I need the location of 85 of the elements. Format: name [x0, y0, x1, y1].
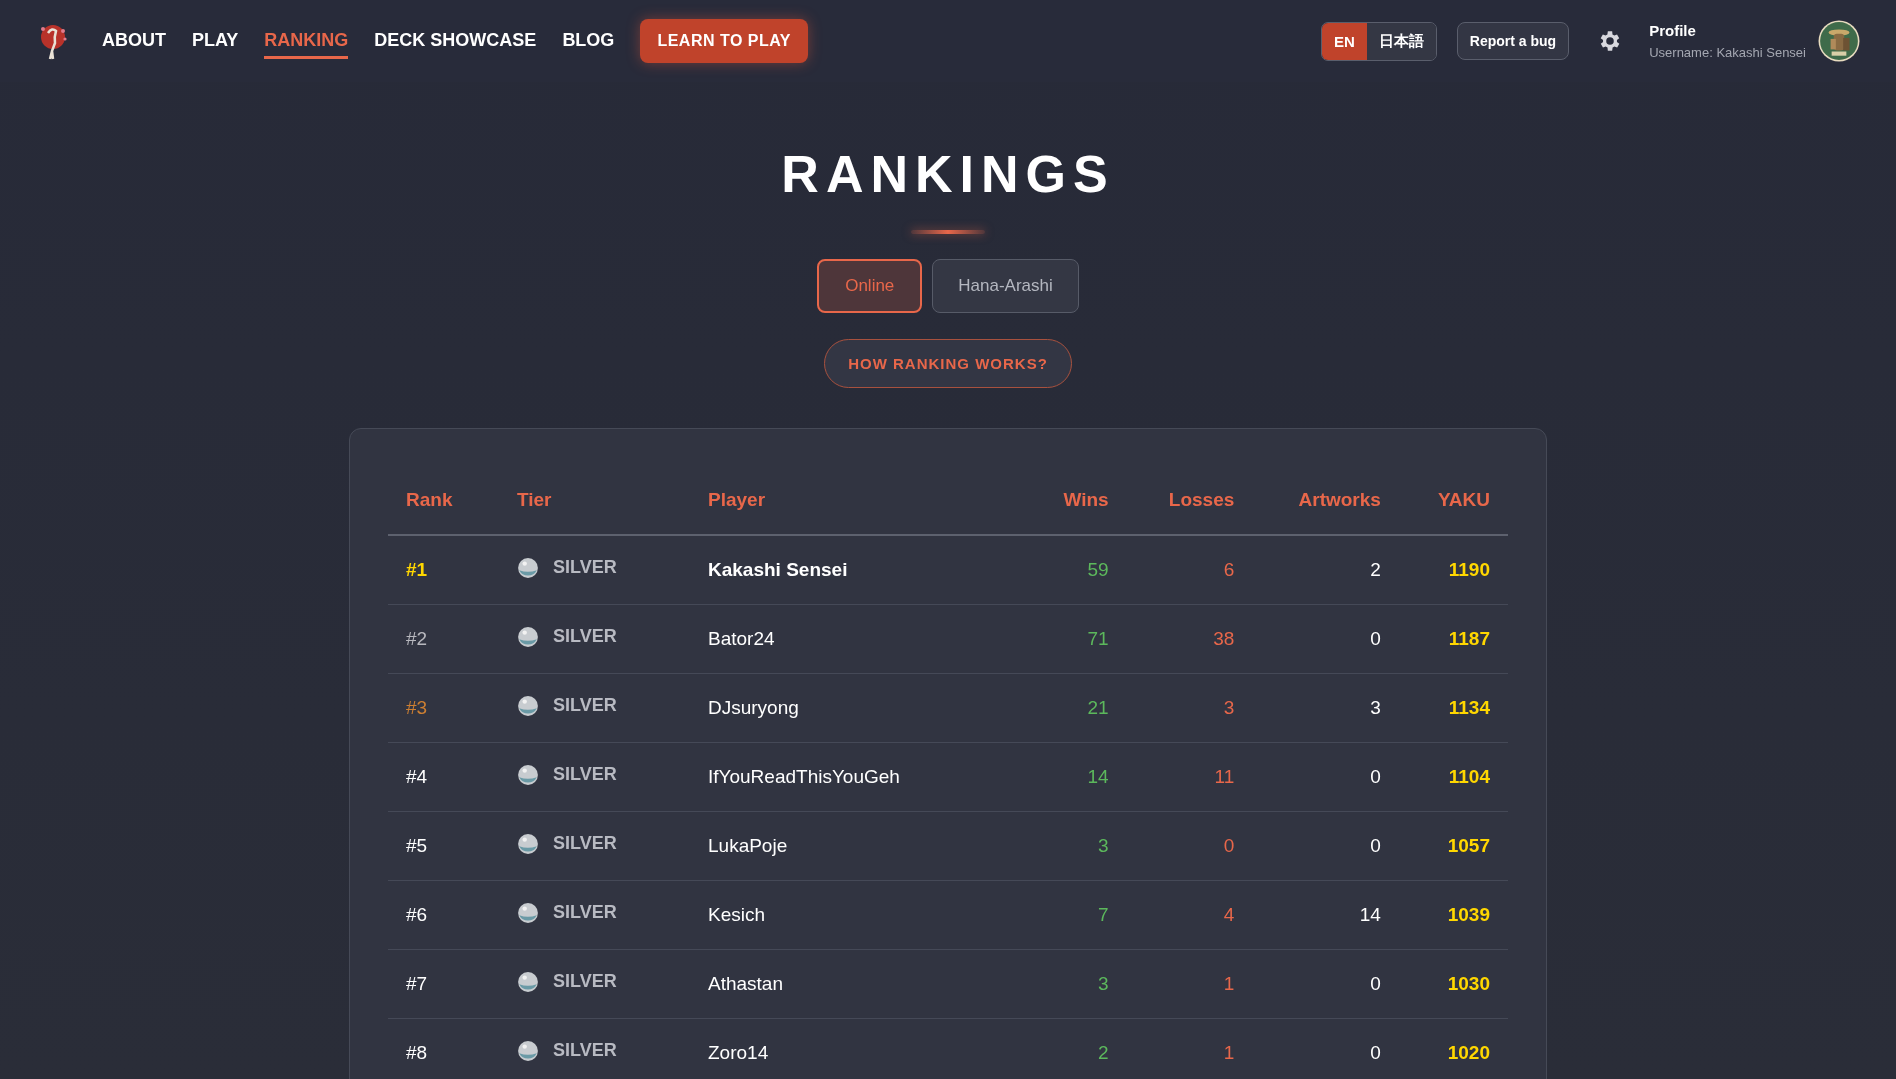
tier-label: SILVER [553, 971, 617, 992]
nav-link[interactable]: BLOG [562, 23, 615, 59]
learn-to-play-button[interactable]: LEARN TO PLAY [640, 19, 808, 63]
column-header: Rank [388, 465, 499, 535]
language-button[interactable]: 日本語 [1366, 22, 1436, 60]
language-button[interactable]: EN [1322, 22, 1367, 60]
artworks-value: 2 [1370, 559, 1381, 580]
column-header: YAKU [1398, 465, 1508, 535]
column-header: Player [690, 465, 1026, 535]
rank-text: #7 [406, 973, 428, 994]
rank-text: #8 [406, 1042, 428, 1063]
column-header: Wins [1026, 465, 1127, 535]
rank-text: #1 [406, 559, 428, 580]
rank-text: #2 [406, 628, 428, 649]
yaku-value: 1030 [1447, 973, 1490, 994]
losses-value: 3 [1223, 697, 1235, 718]
rank-text: #4 [406, 766, 428, 787]
wins-value: 59 [1087, 559, 1109, 580]
wins-value: 7 [1098, 904, 1109, 925]
yaku-value: 1039 [1447, 904, 1490, 925]
artworks-value: 0 [1370, 973, 1381, 994]
medal-icon [517, 556, 539, 579]
tier-label: SILVER [553, 1040, 617, 1061]
player-name: LukaPoje [708, 835, 788, 856]
rank-text: #6 [406, 904, 428, 925]
wins-value: 71 [1087, 628, 1109, 649]
wins-value: 21 [1087, 697, 1109, 718]
yaku-value: 1190 [1448, 559, 1490, 580]
tier-label: SILVER [553, 764, 617, 785]
artworks-value: 0 [1370, 1042, 1381, 1063]
profile-link[interactable]: Profile [1649, 22, 1806, 39]
artworks-value: 0 [1370, 835, 1381, 856]
losses-value: 0 [1223, 835, 1235, 856]
column-header: Tier [499, 465, 690, 535]
medal-icon [517, 625, 539, 648]
player-name: Kesich [708, 904, 766, 925]
losses-value: 6 [1223, 559, 1235, 580]
medal-icon [517, 694, 539, 717]
player-name: Kakashi Sensei [708, 559, 848, 580]
yaku-value: 1187 [1448, 628, 1490, 649]
player-name: DJsuryong [708, 697, 799, 718]
player-name: Bator24 [708, 628, 775, 649]
medal-icon [517, 832, 539, 855]
player-name: Zoro14 [708, 1042, 769, 1063]
yaku-value: 1020 [1447, 1042, 1490, 1063]
tier-label: SILVER [553, 695, 617, 716]
artworks-value: 3 [1370, 697, 1381, 718]
tier-label: SILVER [553, 902, 617, 923]
artworks-value: 14 [1359, 904, 1381, 925]
yaku-value: 1134 [1448, 697, 1490, 718]
losses-value: 1 [1223, 1042, 1235, 1063]
losses-value: 1 [1223, 973, 1235, 994]
artworks-value: 0 [1370, 628, 1381, 649]
losses-value: 4 [1223, 904, 1235, 925]
tier-label: SILVER [553, 833, 617, 854]
yaku-value: 1104 [1448, 766, 1490, 787]
wins-value: 2 [1098, 1042, 1109, 1063]
column-header: Artworks [1252, 465, 1399, 535]
losses-value: 38 [1213, 628, 1235, 649]
wins-value: 3 [1098, 835, 1109, 856]
player-name: IfYouReadThisYouGeh [708, 766, 900, 787]
tier-label: SILVER [553, 557, 617, 578]
wins-value: 3 [1098, 973, 1109, 994]
artworks-value: 0 [1370, 766, 1381, 787]
nav-link[interactable]: DECK SHOWCASE [374, 23, 537, 59]
medal-icon [517, 763, 539, 786]
losses-value: 11 [1214, 766, 1235, 787]
page-title: RANKINGS [781, 148, 1115, 200]
how-ranking-works-button[interactable]: HOW RANKING WORKS? [824, 339, 1072, 388]
wins-value: 14 [1087, 766, 1109, 787]
ranking-tab[interactable]: Hana-Arashi [932, 259, 1079, 313]
player-name: Athastan [708, 973, 783, 994]
medal-icon [517, 901, 539, 924]
nav-link[interactable]: RANKING [264, 23, 349, 59]
nav-link[interactable]: PLAY [192, 23, 239, 59]
yaku-value: 1057 [1447, 835, 1490, 856]
column-header: Losses [1126, 465, 1253, 535]
nav-link[interactable]: ABOUT [102, 23, 166, 59]
medal-icon [517, 1039, 539, 1062]
rank-text: #5 [406, 835, 428, 856]
medal-icon [517, 970, 539, 993]
rank-text: #3 [406, 697, 428, 718]
username-text: Username: Kakashi Sensei [1649, 45, 1806, 60]
tier-label: SILVER [553, 626, 617, 647]
report-bug-button[interactable]: Report a bug [1456, 22, 1570, 60]
